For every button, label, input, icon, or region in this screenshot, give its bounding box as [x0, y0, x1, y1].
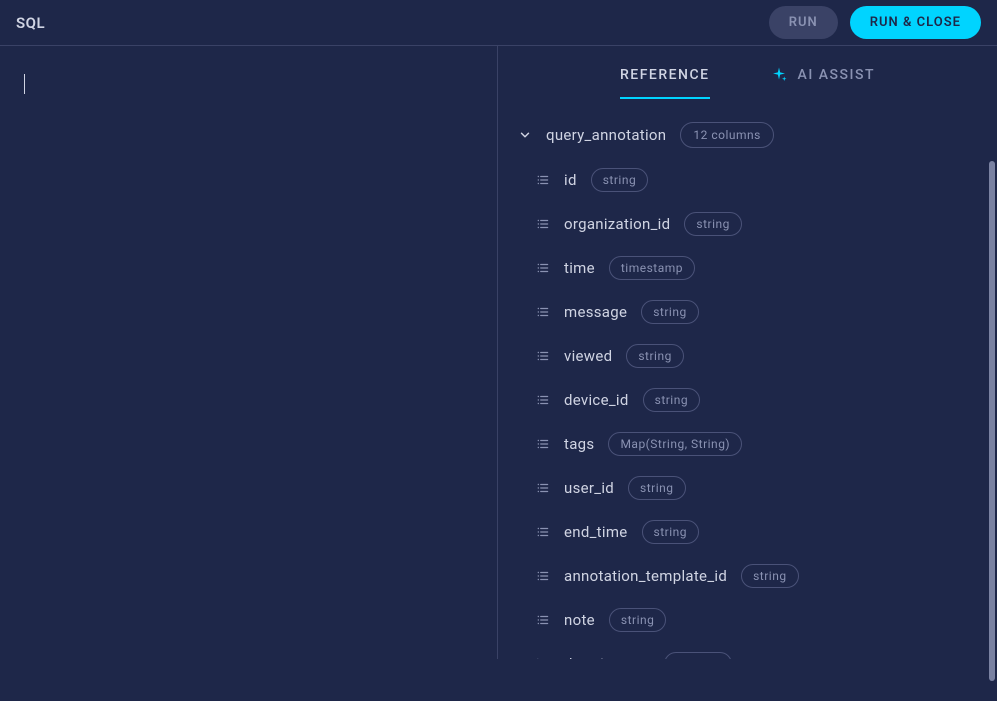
column-type-badge: string	[642, 520, 699, 544]
column-type-badge: string	[626, 344, 683, 368]
column-type-badge: string	[591, 168, 648, 192]
column-item[interactable]: viewed string	[518, 334, 985, 378]
sql-editor-pane[interactable]	[0, 46, 498, 659]
column-item[interactable]: annotation_template_id string	[518, 554, 985, 598]
tab-ai-assist-label: AI ASSIST	[798, 67, 875, 83]
editor-cursor	[24, 74, 25, 94]
sparkle-icon	[770, 66, 788, 84]
list-icon	[536, 437, 550, 451]
column-item[interactable]: device_id string	[518, 378, 985, 422]
tab-reference[interactable]: REFERENCE	[620, 67, 710, 99]
reference-content: query_annotation 12 columns idstringorga…	[498, 102, 997, 659]
reference-pane: REFERENCE AI ASSIST qu	[498, 46, 997, 659]
tab-reference-label: REFERENCE	[620, 67, 710, 83]
table-name: query_annotation	[546, 126, 666, 144]
column-name: note	[564, 611, 595, 629]
column-name: user_id	[564, 479, 614, 497]
column-name: tags	[564, 435, 594, 453]
list-icon	[536, 481, 550, 495]
column-name: organization_id	[564, 215, 670, 233]
app-title: SQL	[16, 14, 45, 32]
list-icon	[536, 261, 550, 275]
column-type-badge: string	[643, 388, 700, 412]
column-item[interactable]: time timestamp	[518, 246, 985, 290]
tab-bar: REFERENCE AI ASSIST	[498, 46, 997, 102]
column-name: end_time	[564, 523, 628, 541]
column-name: message	[564, 303, 627, 321]
run-and-close-button[interactable]: RUN & CLOSE	[850, 6, 981, 39]
chevron-down-icon	[518, 128, 532, 142]
column-name: viewed	[564, 347, 612, 365]
column-type-badge: string	[741, 564, 798, 588]
column-name: id	[564, 171, 577, 189]
header-buttons: RUN RUN & CLOSE	[769, 6, 981, 39]
list-icon	[536, 569, 550, 583]
column-item[interactable]: user_id string	[518, 466, 985, 510]
column-list: idstringorganization_idstringtimetimesta…	[518, 158, 985, 659]
header-bar: SQL RUN RUN & CLOSE	[0, 0, 997, 46]
column-type-badge: string	[684, 212, 741, 236]
tab-ai-assist[interactable]: AI ASSIST	[770, 66, 875, 100]
column-type-badge: timestamp	[609, 256, 695, 280]
list-icon	[536, 305, 550, 319]
column-name: time	[564, 259, 595, 277]
columns-count-badge: 12 columns	[680, 122, 773, 148]
main-content: REFERENCE AI ASSIST qu	[0, 46, 997, 659]
column-item[interactable]: tags Map(String, String)	[518, 422, 985, 466]
column-item[interactable]: id string	[518, 158, 985, 202]
column-name: annotation_template_id	[564, 567, 727, 585]
column-type-badge: Map(String, String)	[608, 432, 742, 456]
column-item[interactable]: end_time string	[518, 510, 985, 554]
column-type-badge: number	[664, 652, 732, 659]
column-name: device_id	[564, 391, 629, 409]
column-item[interactable]: duration_ms number	[518, 642, 985, 659]
scrollbar-track[interactable]	[989, 161, 995, 701]
list-icon	[536, 349, 550, 363]
scrollbar-thumb[interactable]	[989, 161, 995, 681]
run-button[interactable]: RUN	[769, 6, 838, 39]
column-item[interactable]: note string	[518, 598, 985, 642]
column-type-badge: string	[609, 608, 666, 632]
column-type-badge: string	[641, 300, 698, 324]
list-icon	[536, 217, 550, 231]
column-name: duration_ms	[564, 655, 650, 659]
list-icon	[536, 173, 550, 187]
column-item[interactable]: organization_id string	[518, 202, 985, 246]
list-icon	[536, 613, 550, 627]
list-icon	[536, 525, 550, 539]
column-item[interactable]: message string	[518, 290, 985, 334]
list-icon	[536, 393, 550, 407]
column-type-badge: string	[628, 476, 685, 500]
table-header[interactable]: query_annotation 12 columns	[518, 122, 985, 148]
